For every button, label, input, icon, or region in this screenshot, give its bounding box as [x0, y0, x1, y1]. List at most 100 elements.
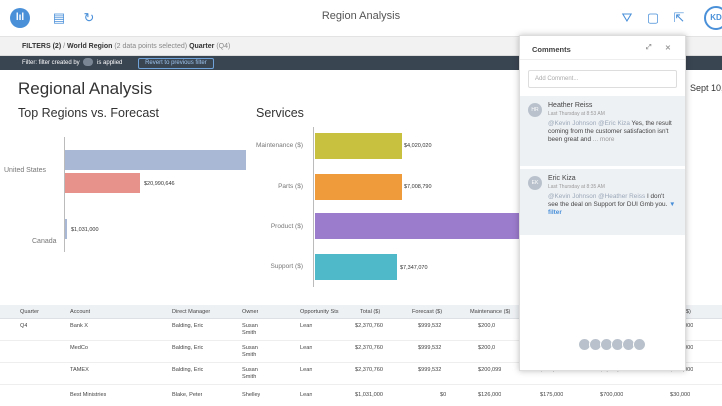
filters-label[interactable]: FILTERS (2) [22, 43, 61, 50]
cell-forecast: $999,532 [418, 323, 442, 329]
user-avatar[interactable]: KD [704, 6, 722, 30]
app-root: lıl ▤ ↻ Region Analysis ⛛ ▢ ⇱ KD FILTERS… [0, 0, 722, 406]
cell-status: Lean [300, 345, 313, 351]
comment-text: @Kevin Johnson @Eric Kiza Yes, the resul… [548, 120, 676, 145]
service-value-parts: $7,008,790 [404, 184, 432, 190]
close-icon[interactable]: ✕ [665, 44, 671, 52]
cell-account: TAMEX [70, 367, 89, 373]
us-forecast-bar[interactable] [65, 150, 246, 170]
cell-support: $30,000 [670, 392, 691, 398]
service-value-maintenance: $4,020,020 [404, 143, 432, 149]
avatar[interactable] [633, 338, 646, 351]
comment-input[interactable]: Add Comment... [528, 70, 677, 88]
us-actual-bar[interactable] [65, 173, 140, 193]
cell-maintenance: $126,000 [478, 392, 502, 398]
comment-author: Eric Kiza [548, 175, 576, 182]
service-label-support: Support ($) [270, 263, 303, 270]
dashboard-title: Regional Analysis [18, 79, 153, 98]
cell-status: Lean [300, 392, 313, 398]
avatar: EK [528, 176, 542, 190]
cell-account: Best Ministries [70, 392, 107, 398]
comment-time: Last Thursday at 8:35 AM [548, 184, 605, 190]
services-chart-title: Services [256, 106, 304, 120]
comments-panel: Comments ⤢ ✕ Add Comment... HR Heather R… [519, 35, 686, 371]
cell-maintenance: $200,0 [478, 345, 496, 351]
cell-manager: Balding, Eric [172, 367, 204, 373]
service-bar-maintenance[interactable] [315, 133, 402, 159]
cell-quarter: Q4 [20, 323, 28, 329]
comment-icon[interactable]: ▢ [644, 9, 662, 27]
cell-product: $700,000 [600, 392, 624, 398]
comment-item[interactable]: EK Eric Kiza Last Thursday at 8:35 AM @K… [520, 169, 685, 235]
canada-forecast-bar[interactable] [65, 219, 67, 239]
expand-icon[interactable]: ⤢ [646, 44, 652, 52]
comments-header: Comments ⤢ ✕ [520, 36, 685, 60]
cell-manager: Balding, Eric [172, 345, 204, 351]
col-forecast[interactable]: Forecast ($) [412, 309, 442, 315]
share-icon[interactable]: ⇱ [670, 9, 688, 27]
cell-parts: $175,000 [540, 392, 564, 398]
cell-forecast: $0 [440, 392, 447, 398]
filter-quarter-desc: (Q4) [216, 43, 231, 50]
services-axis [313, 127, 314, 287]
cell-owner: Susan Smith [242, 323, 258, 336]
col-opportunity[interactable]: Opportunity Sts [300, 309, 345, 315]
cell-total: $2,370,760 [355, 367, 383, 373]
more-link[interactable]: ... more [593, 136, 615, 143]
page-title: Region Analysis [321, 10, 401, 22]
us-actual-value: $20,990,646 [144, 181, 175, 187]
filters-separator: / [63, 43, 66, 50]
service-value-support: $7,347,070 [400, 265, 428, 271]
service-bar-parts[interactable] [315, 174, 402, 200]
comment-author: Heather Reiss [548, 102, 593, 109]
filter-world-region-desc: (2 data points selected) [114, 43, 188, 50]
participant-avatars [578, 338, 646, 352]
col-account[interactable]: Account [70, 309, 90, 315]
top-bar: lıl ▤ ↻ Region Analysis ⛛ ▢ ⇱ KD [0, 0, 722, 37]
revert-filter-button[interactable]: Revert to previous filter [138, 58, 214, 69]
col-direct-manager[interactable]: Direct Manager [172, 309, 210, 315]
comment-text: @Kevin Johnson @Heather Reiss I don't se… [548, 193, 676, 218]
filter-quarter[interactable]: Quarter [189, 43, 214, 50]
comment-time: Last Thursday at 8:53 AM [548, 111, 605, 117]
cell-manager: Balding, Eric [172, 323, 204, 329]
cell-account: Bank X [70, 323, 89, 329]
cell-owner: Shelley [242, 392, 261, 398]
service-bar-support[interactable] [315, 254, 397, 280]
cell-status: Lean [300, 323, 313, 329]
service-label-parts: Parts ($) [278, 183, 303, 190]
region-label-canada: Canada [32, 238, 57, 245]
cell-maintenance: $200,0 [478, 323, 496, 329]
service-bar-product[interactable] [315, 213, 520, 239]
col-owner[interactable]: Owner [242, 309, 258, 315]
col-quarter[interactable]: Quarter [20, 309, 39, 315]
cell-owner: Susan Smith [242, 345, 258, 358]
col-maintenance[interactable]: Maintenance ($) [470, 309, 520, 315]
cell-total: $2,370,760 [355, 323, 383, 329]
comment-item[interactable]: HR Heather Reiss Last Thursday at 8:53 A… [520, 96, 685, 166]
service-label-maintenance: Maintenance ($) [256, 142, 303, 149]
filter-world-region[interactable]: World Region [67, 43, 112, 50]
region-label-us: United States [4, 167, 47, 174]
cell-owner: Susan Smith [242, 367, 258, 380]
comment-mention[interactable]: @Kevin Johnson @Heather Reiss [548, 193, 645, 200]
comment-mention[interactable]: @Kevin Johnson @Eric Kiza [548, 120, 630, 127]
col-total[interactable]: Total ($) [360, 309, 380, 315]
service-label-product: Product ($) [270, 223, 303, 230]
cell-forecast: $999,532 [418, 367, 442, 373]
cell-forecast: $999,532 [418, 345, 442, 351]
user-chip [83, 58, 94, 67]
cell-manager: Blake, Peter [172, 392, 203, 398]
info-prefix: Filter: filter created by [22, 60, 80, 66]
avatar: HR [528, 103, 542, 117]
info-suffix: is applied [97, 60, 123, 66]
table-row[interactable]: Best Ministries Blake, Peter Shelley Lea… [0, 385, 722, 406]
cell-status: Lean [300, 367, 313, 373]
cell-total: $2,370,760 [355, 345, 383, 351]
canada-value: $1,031,000 [71, 227, 99, 233]
cell-account: MedCo [70, 345, 89, 351]
comments-title: Comments [532, 45, 571, 54]
date-label: Sept 10, 201 [690, 83, 722, 93]
cell-total: $1,031,000 [355, 392, 383, 398]
filter-icon[interactable]: ⛛ [618, 9, 636, 27]
